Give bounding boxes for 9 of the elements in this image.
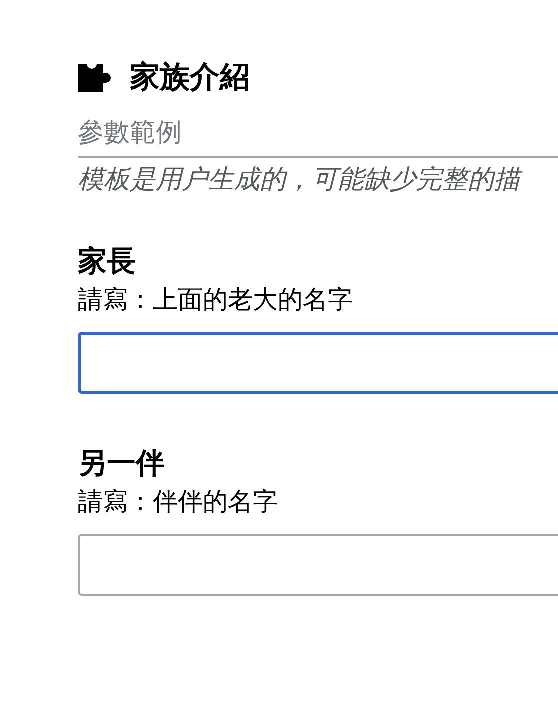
field-hint: 請寫：伴伴的名字 [78,486,279,518]
field-label: 另一伴 [78,445,166,482]
section-title: 家族介紹 [130,59,250,97]
field-hint: 請寫：上面的老大的名字 [78,284,354,316]
field-label: 家長 [78,243,137,280]
input-field[interactable] [78,332,558,394]
template-note: 模板是用户生成的，可能缺少完整的描 [78,162,558,198]
input-field[interactable] [78,534,558,596]
subtitle: 參數範例 [78,118,182,148]
